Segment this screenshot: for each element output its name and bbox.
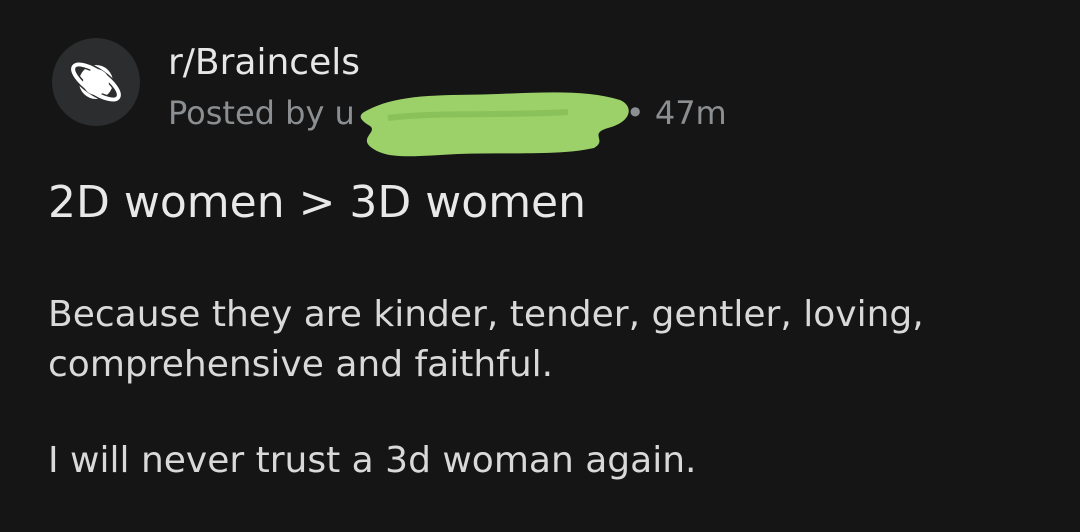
body-paragraph-1: Because they are kinder, tender, gentler… [48,294,924,385]
subreddit-name[interactable]: r/Braincels [168,38,360,88]
post-age: 47m [654,94,727,132]
subreddit-avatar[interactable] [52,38,140,126]
planet-icon [69,60,123,104]
post-body: Because they are kinder, tender, gentler… [48,290,1048,486]
body-paragraph-2: I will never trust a 3d woman again. [48,440,697,481]
username-redaction-scribble [360,92,629,157]
posted-by-label[interactable]: Posted by u [168,90,355,136]
post-title[interactable]: 2D women > 3D women [48,172,586,234]
